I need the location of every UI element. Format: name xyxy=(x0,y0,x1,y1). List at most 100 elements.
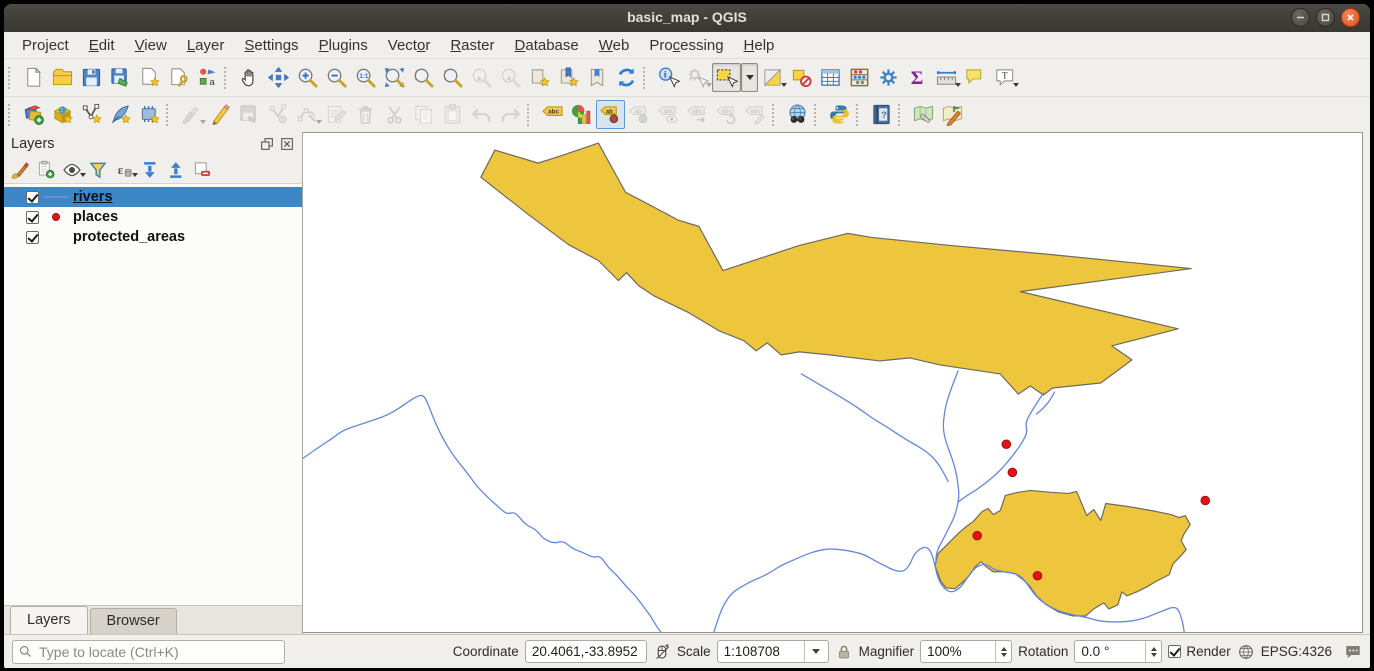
toolbar-handle[interactable] xyxy=(772,104,780,126)
toolbar-button-current-edits[interactable] xyxy=(177,100,206,129)
menu-web[interactable]: Web xyxy=(589,34,640,57)
toolbar-button-paste-features[interactable] xyxy=(438,100,467,129)
toolbar-button-redo[interactable] xyxy=(496,100,525,129)
locate-input[interactable] xyxy=(12,640,285,664)
menu-vector[interactable]: Vector xyxy=(378,34,441,57)
layers-toolbar-filter-by-expression[interactable]: ε xyxy=(112,158,136,182)
render-checkbox[interactable] xyxy=(1168,645,1181,658)
toolbar-button-open-data-source-manager[interactable] xyxy=(19,100,48,129)
toolbar-button-refresh-map[interactable] xyxy=(612,63,641,92)
tab-browser[interactable]: Browser xyxy=(90,608,177,634)
layers-toolbar-remove-layer[interactable] xyxy=(190,158,214,182)
layer-checkbox[interactable] xyxy=(26,191,39,204)
toolbar-button-zoom-to-layer[interactable] xyxy=(438,63,467,92)
toolbar-button-metasearch[interactable] xyxy=(783,100,812,129)
toolbar-button-pan-map[interactable] xyxy=(235,63,264,92)
toolbar-button-pan-to-selection[interactable] xyxy=(264,63,293,92)
toolbar-button-layer-diagram-options[interactable] xyxy=(567,100,596,129)
toolbar-handle[interactable] xyxy=(856,104,864,126)
toolbar-button-open-attribute-table[interactable] xyxy=(816,63,845,92)
chevron-down-icon[interactable] xyxy=(1013,83,1019,87)
close-button[interactable] xyxy=(1341,8,1360,27)
toolbar-button-new-project[interactable] xyxy=(19,63,48,92)
menu-edit[interactable]: Edit xyxy=(79,34,125,57)
toolbar-button-processing-toolbox[interactable] xyxy=(874,63,903,92)
layers-toolbar-add-group[interactable] xyxy=(34,158,58,182)
layers-toolbar-open-layer-styling[interactable] xyxy=(8,158,32,182)
map-canvas[interactable] xyxy=(303,132,1363,633)
layer-item-places[interactable]: places xyxy=(4,207,302,227)
toolbar-button-change-label[interactable]: abc xyxy=(741,100,770,129)
toolbar-button-highlight-pinned-labels[interactable]: ab xyxy=(625,100,654,129)
toolbar-button-open-project[interactable] xyxy=(48,63,77,92)
menu-raster[interactable]: Raster xyxy=(440,34,504,57)
menu-plugins[interactable]: Plugins xyxy=(309,34,378,57)
menu-settings[interactable]: Settings xyxy=(234,34,308,57)
chevron-down-icon[interactable] xyxy=(804,641,828,662)
toolbar-handle[interactable] xyxy=(8,67,16,89)
spinner-arrows-icon[interactable] xyxy=(995,641,1011,662)
toolbar-button-new-virtual-layer[interactable] xyxy=(135,100,164,129)
toolbar-button-new-geopackage-layer[interactable] xyxy=(48,100,77,129)
toolbar-button-run-feature-action[interactable] xyxy=(683,63,712,92)
layer-checkbox[interactable] xyxy=(26,211,39,224)
toolbar-button-rotate-label[interactable]: abc xyxy=(712,100,741,129)
rotation-spinbox[interactable]: 0.0 ° xyxy=(1074,640,1162,663)
toolbar-button-copy-features[interactable] xyxy=(409,100,438,129)
toolbar-button-zoom-native[interactable]: 1:1 xyxy=(351,63,380,92)
layers-toolbar-collapse-all[interactable] xyxy=(164,158,188,182)
layer-item-rivers[interactable]: rivers xyxy=(4,187,302,207)
dock-float-icon[interactable] xyxy=(259,136,275,152)
toolbar-button-text-annotation[interactable]: T xyxy=(990,63,1019,92)
toolbar-button-help-contents[interactable]: ? xyxy=(867,100,896,129)
toolbar-button-modify-attributes[interactable] xyxy=(322,100,351,129)
scale-combo[interactable]: 1:108708 xyxy=(717,640,829,663)
toolbar-handle[interactable] xyxy=(814,104,822,126)
toolbar-button-plugin-map-tool-1[interactable] xyxy=(909,100,938,129)
toolbar-button-zoom-last[interactable] xyxy=(467,63,496,92)
toolbar-button-delete-selected[interactable] xyxy=(351,100,380,129)
toolbar-button-zoom-full[interactable] xyxy=(380,63,409,92)
layers-toolbar-filter-legend[interactable] xyxy=(86,158,110,182)
toolbar-button-vertex-tool[interactable] xyxy=(293,100,322,129)
toolbar-button-new-print-layout[interactable] xyxy=(135,63,164,92)
minimize-button[interactable] xyxy=(1291,8,1310,27)
toolbar-button-save-layer-edits[interactable] xyxy=(235,100,264,129)
crs-status[interactable]: EPSG:4326 xyxy=(1261,644,1332,659)
toolbar-button-show-hide-labels[interactable]: abc xyxy=(654,100,683,129)
toolbar-button-pin-unpin-labels[interactable]: ab xyxy=(596,100,625,129)
menu-project[interactable]: Project xyxy=(12,34,79,57)
toolbar-button-show-layout-manager[interactable] xyxy=(164,63,193,92)
toolbar-button-move-label[interactable]: abc xyxy=(683,100,712,129)
toolbar-handle[interactable] xyxy=(898,104,906,126)
maximize-button[interactable] xyxy=(1316,8,1335,27)
toolbar-button-zoom-out[interactable] xyxy=(322,63,351,92)
toolbar-button-plugin-map-tool-2[interactable] xyxy=(938,100,967,129)
layers-toolbar-expand-all[interactable] xyxy=(138,158,162,182)
menu-view[interactable]: View xyxy=(125,34,177,57)
toolbar-button-select-features-rectangle[interactable] xyxy=(712,63,741,92)
toolbar-button-save-project-as[interactable] xyxy=(106,63,135,92)
toolbar-button-open-field-calculator[interactable] xyxy=(845,63,874,92)
toolbar-button-select-features-rectangle-dropdown[interactable] xyxy=(741,63,758,92)
layers-toolbar-manage-map-themes[interactable] xyxy=(60,158,84,182)
coordinate-input[interactable]: 20.4061,-33.8952 xyxy=(525,640,647,663)
toolbar-button-measure-line[interactable] xyxy=(932,63,961,92)
toolbar-button-new-spatialite-layer[interactable] xyxy=(106,100,135,129)
crs-globe-icon[interactable] xyxy=(1237,643,1255,661)
toolbar-handle[interactable] xyxy=(166,104,174,126)
menu-processing[interactable]: Processing xyxy=(639,34,733,57)
toolbar-button-zoom-next[interactable] xyxy=(496,63,525,92)
toolbar-handle[interactable] xyxy=(527,104,535,126)
tab-layers[interactable]: Layers xyxy=(10,606,88,634)
toolbar-button-statistical-summary[interactable]: Σ xyxy=(903,63,932,92)
toolbar-button-add-feature[interactable] xyxy=(264,100,293,129)
toolbar-handle[interactable] xyxy=(643,67,651,89)
toolbar-button-undo[interactable] xyxy=(467,100,496,129)
magnifier-spinbox[interactable]: 100% xyxy=(920,640,1012,663)
toolbar-button-zoom-to-selection[interactable] xyxy=(409,63,438,92)
toolbar-button-python-console[interactable] xyxy=(825,100,854,129)
toolbar-button-identify-features[interactable]: i xyxy=(654,63,683,92)
toolbar-button-style-manager[interactable]: a xyxy=(193,63,222,92)
menu-help[interactable]: Help xyxy=(734,34,785,57)
